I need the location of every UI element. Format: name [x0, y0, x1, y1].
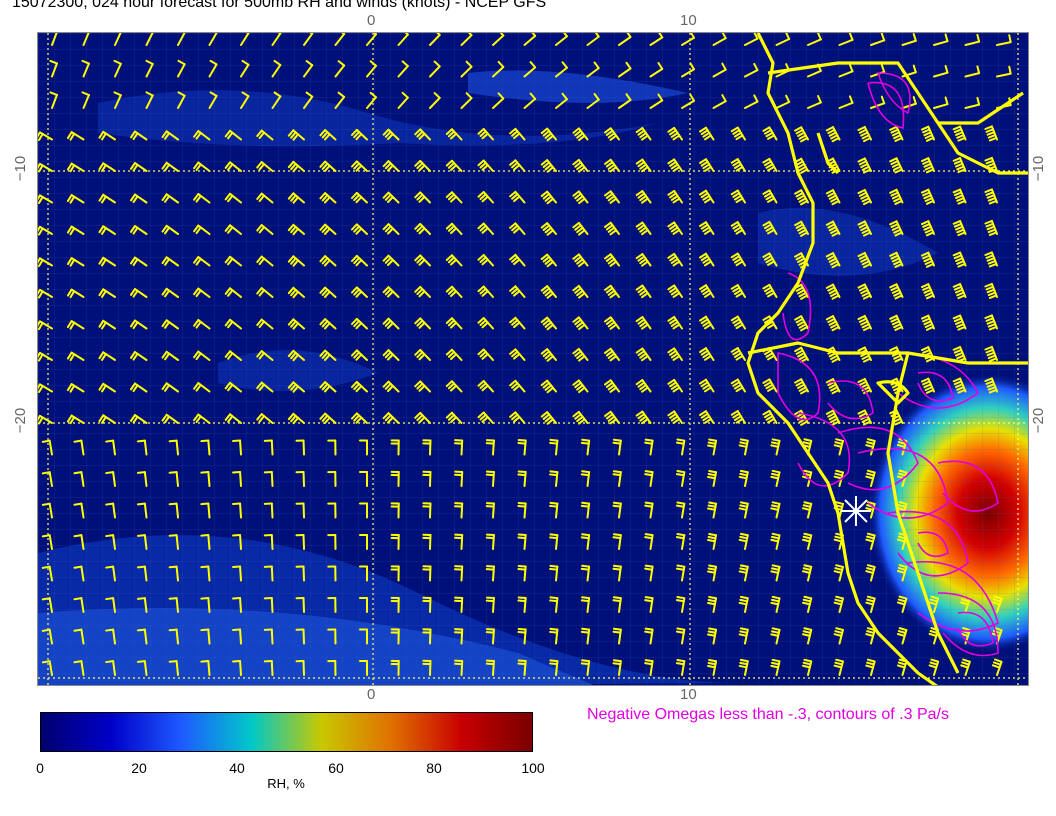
- colorbar-title: RH, %: [267, 776, 305, 791]
- map-panel: [37, 32, 1029, 686]
- colorbar-tick-0: 0: [36, 760, 44, 776]
- colorbar-tick-80: 80: [426, 760, 442, 776]
- station-marker: [841, 496, 871, 526]
- omega-contour-note: Negative Omegas less than -.3, contours …: [587, 706, 949, 723]
- rh-colorbar: [40, 712, 533, 752]
- grid-label-right-minus10: −10: [1030, 155, 1048, 182]
- grid-label-left-minus20: −20: [12, 407, 30, 434]
- grid-label-left-minus10: −10: [12, 155, 30, 182]
- colorbar-tick-100: 100: [521, 760, 545, 776]
- grid-label-top-10: 10: [680, 12, 697, 29]
- map-title: 15072300, 024 hour forecast for 500mb RH…: [12, 0, 547, 11]
- fine-grid: [38, 33, 1028, 685]
- grid-label-bottom-10: 10: [680, 686, 697, 703]
- grid-label-bottom-0: 0: [367, 686, 376, 703]
- map-canvas: [38, 33, 1028, 685]
- grid-label-right-minus20: −20: [1030, 407, 1048, 434]
- colorbar-tick-60: 60: [328, 760, 344, 776]
- colorbar-tick-40: 40: [229, 760, 245, 776]
- grid-label-top-0: 0: [367, 12, 376, 29]
- colorbar-tick-20: 20: [131, 760, 147, 776]
